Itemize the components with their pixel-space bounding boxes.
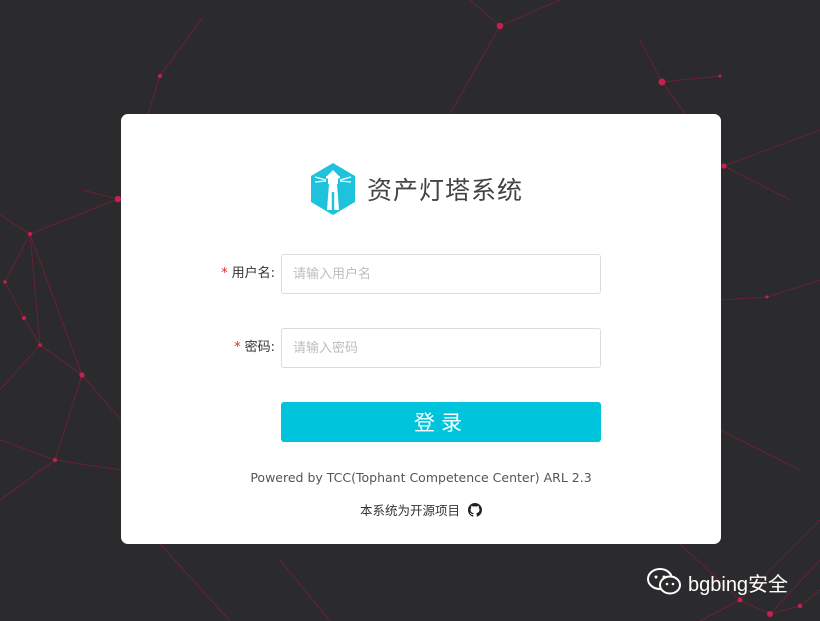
username-label-text: 用户名: [231, 266, 275, 281]
password-label: * 密码: [234, 328, 275, 368]
required-mark: * [221, 266, 228, 281]
username-label: * 用户名: [221, 254, 275, 294]
required-mark: * [234, 340, 241, 355]
watermark-text: bgbing安全 [688, 573, 789, 596]
open-source-text: 本系统为开源项目 [360, 503, 461, 518]
password-label-text: 密码: [244, 340, 275, 355]
powered-by-text: Powered by TCC(Tophant Competence Center… [250, 470, 592, 485]
app-title: 资产灯塔系统 [367, 176, 524, 205]
wechat-icon [647, 568, 681, 595]
login-button[interactable]: 登录 [281, 402, 601, 442]
username-row: * 用户名: [121, 254, 721, 294]
brand-header: 资产灯塔系统 [309, 162, 523, 216]
password-input[interactable] [281, 328, 601, 368]
username-input[interactable] [281, 254, 601, 294]
open-source-line: 本系统为开源项目 [121, 500, 721, 519]
github-icon[interactable] [468, 502, 482, 517]
lighthouse-icon [311, 163, 355, 215]
password-row: * 密码: [121, 328, 721, 368]
login-card: 资产灯塔系统 *用户名: *密码: 登录 Powered by TCC(Toph… [121, 114, 721, 544]
watermark: bgbing安全 [646, 565, 788, 599]
